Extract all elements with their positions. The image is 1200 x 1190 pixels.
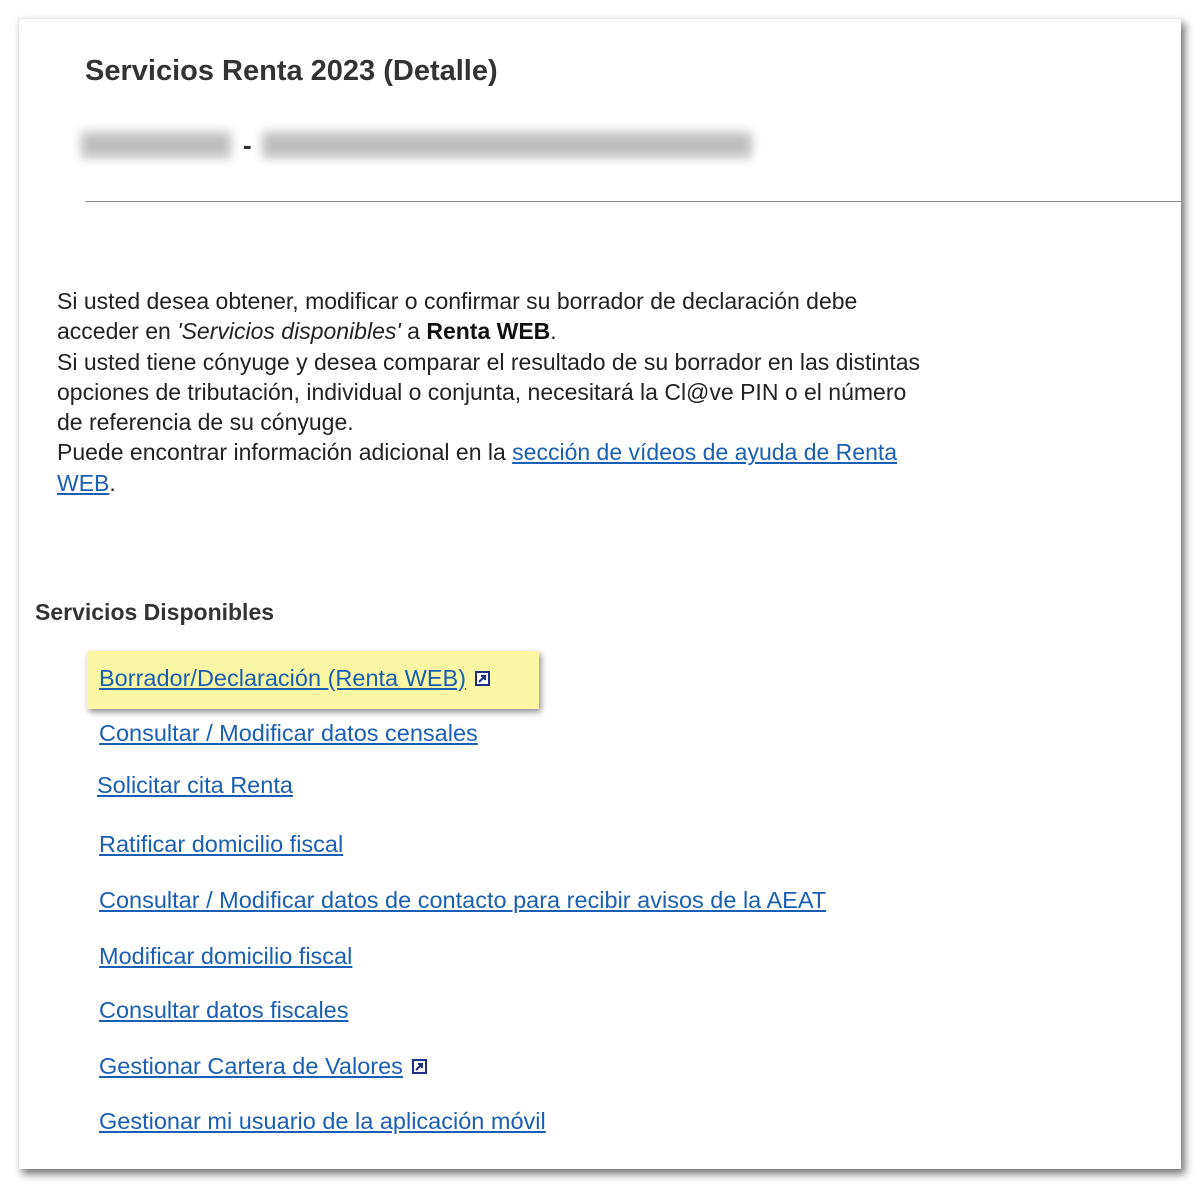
taxpayer-identity: - xyxy=(81,125,752,165)
intro-connector: a xyxy=(400,318,427,345)
service-label: Ratificar domicilio fiscal xyxy=(99,831,344,857)
intro-paragraph-2: Si usted tiene cónyuge y desea comparar … xyxy=(57,348,921,436)
renta-web-reference: Renta WEB xyxy=(426,318,551,345)
services-section-title: Servicios Disponibles xyxy=(35,599,275,625)
intro-paragraph-3: Puede encontrar información adicional en… xyxy=(57,437,927,498)
service-label: Solicitar cita Renta xyxy=(97,772,293,798)
external-link-icon xyxy=(411,1059,427,1074)
services-reference: 'Servicios disponibles' xyxy=(177,318,401,345)
redacted-taxpayer-id xyxy=(81,132,231,158)
service-label: Modificar domicilio fiscal xyxy=(99,943,353,969)
redacted-taxpayer-name xyxy=(261,132,752,158)
identity-separator: - xyxy=(243,129,252,160)
intro-text: Si usted desea obtener, modificar o conf… xyxy=(57,286,927,498)
service-link-datos-censales[interactable]: Consultar / Modificar datos censales xyxy=(99,720,478,747)
service-link-modificar-domicilio[interactable]: Modificar domicilio fiscal xyxy=(99,943,352,970)
service-label: Consultar datos fiscales xyxy=(99,997,349,1023)
service-link-usuario-app-movil[interactable]: Gestionar mi usuario de la aplicación mó… xyxy=(99,1108,546,1135)
service-link-cita-renta[interactable]: Solicitar cita Renta xyxy=(97,772,293,799)
page-title: Servicios Renta 2023 (Detalle) xyxy=(85,55,498,87)
intro-text-3: Puede encontrar información adicional en… xyxy=(57,439,513,466)
page-frame: Servicios Renta 2023 (Detalle) - Si uste… xyxy=(18,18,1181,1169)
service-label: Consultar / Modificar datos censales xyxy=(99,720,478,746)
intro-period: . xyxy=(550,318,557,345)
service-link-ratificar-domicilio[interactable]: Ratificar domicilio fiscal xyxy=(99,831,343,858)
header-divider xyxy=(85,201,1181,202)
service-link-datos-fiscales[interactable]: Consultar datos fiscales xyxy=(99,997,348,1024)
service-label: Gestionar mi usuario de la aplicación mó… xyxy=(99,1108,546,1134)
external-link-icon xyxy=(475,671,490,686)
service-link-cartera-valores[interactable]: Gestionar Cartera de Valores xyxy=(99,1053,427,1080)
intro-period-2: . xyxy=(109,469,116,496)
service-link-datos-contacto[interactable]: Consultar / Modificar datos de contacto … xyxy=(99,887,826,914)
service-label: Borrador/Declaración (Renta WEB) xyxy=(99,665,466,691)
service-label: Gestionar Cartera de Valores xyxy=(99,1053,403,1079)
intro-paragraph-1: Si usted desea obtener, modificar o conf… xyxy=(57,286,927,347)
service-link-borrador[interactable]: Borrador/Declaración (Renta WEB) xyxy=(99,665,490,692)
service-label: Consultar / Modificar datos de contacto … xyxy=(99,887,827,913)
